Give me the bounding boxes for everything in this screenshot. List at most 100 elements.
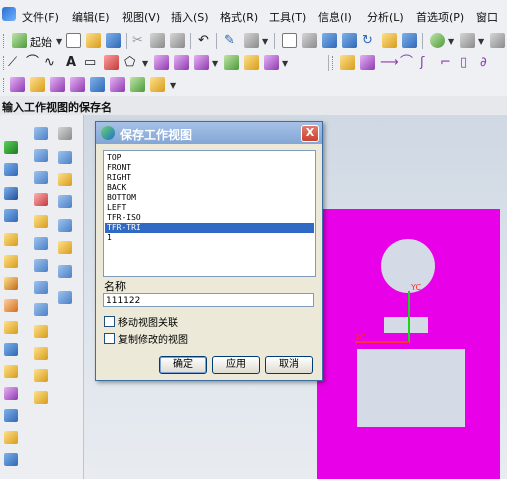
chevron-down-icon[interactable]: ▼ xyxy=(142,59,148,68)
text-icon[interactable]: A xyxy=(66,55,76,70)
extrude-icon[interactable] xyxy=(10,77,25,92)
fit-view-icon[interactable] xyxy=(282,33,297,48)
wrap-icon[interactable] xyxy=(34,369,48,382)
apply-button[interactable]: 应用 xyxy=(212,356,260,374)
menu-file[interactable]: 文件(F) xyxy=(22,9,59,25)
chevron-down-icon[interactable]: ▼ xyxy=(478,37,484,46)
cut-icon[interactable]: ✂ xyxy=(132,33,143,48)
list-item[interactable]: TOP xyxy=(107,153,313,163)
ok-button[interactable]: 确定 xyxy=(159,356,207,374)
extract-icon[interactable] xyxy=(58,195,72,208)
close-button[interactable]: X xyxy=(301,125,319,142)
profile-icon[interactable] xyxy=(360,55,375,70)
datum-csys-icon[interactable] xyxy=(58,173,72,186)
offset-curve-icon[interactable] xyxy=(154,55,169,70)
copy-modified-view-checkbox[interactable] xyxy=(104,333,115,344)
copy-icon[interactable] xyxy=(150,33,165,48)
toolbar-grip[interactable] xyxy=(3,56,7,70)
layer-icon[interactable] xyxy=(430,33,445,48)
instance-icon[interactable] xyxy=(34,391,48,404)
chevron-down-icon[interactable]: ▼ xyxy=(282,59,288,68)
paste-icon[interactable] xyxy=(170,33,185,48)
menu-tools[interactable]: 工具(T) xyxy=(269,9,306,25)
list-item[interactable]: LEFT xyxy=(107,203,313,213)
corner-sketch-icon[interactable]: ⌐ xyxy=(440,55,451,70)
edit-curve-icon[interactable] xyxy=(264,55,279,70)
associate-view-checkbox[interactable] xyxy=(104,316,115,327)
edge-blend-icon[interactable] xyxy=(34,127,48,140)
unite-icon[interactable] xyxy=(58,219,72,232)
chevron-down-icon[interactable]: ▼ xyxy=(212,59,218,68)
polygon-icon[interactable]: ⬠ xyxy=(124,55,135,70)
trim-curve-icon[interactable] xyxy=(224,55,239,70)
pocket-icon[interactable] xyxy=(110,77,125,92)
edit-pen-icon[interactable]: ✎ xyxy=(224,33,235,48)
rotate-icon[interactable]: ↻ xyxy=(362,33,373,48)
rectangle-sketch-icon[interactable]: ▯ xyxy=(460,55,467,70)
rectangular-cutout[interactable] xyxy=(357,349,465,427)
sketch-icon[interactable] xyxy=(340,55,355,70)
trim-body-icon[interactable] xyxy=(34,193,48,206)
select-icon[interactable] xyxy=(244,33,259,48)
app-icon[interactable] xyxy=(2,7,16,21)
menu-window[interactable]: 窗口 xyxy=(476,9,498,25)
undo-icon[interactable]: ↶ xyxy=(198,33,209,48)
zoom-icon[interactable] xyxy=(302,33,317,48)
more-tools-icon[interactable] xyxy=(490,33,505,48)
spline-icon[interactable]: ∿ xyxy=(44,55,55,70)
sphere-icon[interactable] xyxy=(4,299,18,312)
chevron-down-icon[interactable]: ▼ xyxy=(262,37,268,46)
arc-sketch-icon[interactable]: ⌒ xyxy=(400,55,413,70)
pattern-feature-icon[interactable] xyxy=(4,453,18,466)
menu-info[interactable]: 信息(I) xyxy=(318,9,352,25)
revolve-icon[interactable] xyxy=(30,77,45,92)
name-input[interactable]: 111122 xyxy=(103,293,314,307)
pad-feature-icon[interactable] xyxy=(4,365,18,378)
thread-feature-icon[interactable] xyxy=(4,431,18,444)
project-curve-icon[interactable] xyxy=(174,55,189,70)
intersect-icon[interactable] xyxy=(58,265,72,278)
hole-icon[interactable] xyxy=(70,77,85,92)
list-item[interactable]: 1 xyxy=(107,233,313,243)
cylinder-icon[interactable] xyxy=(4,255,18,268)
new-file-icon[interactable] xyxy=(66,33,81,48)
simplify-icon[interactable] xyxy=(34,347,48,360)
zoom-window-icon[interactable] xyxy=(322,33,337,48)
list-item[interactable]: BOTTOM xyxy=(107,193,313,203)
groove-feature-icon[interactable] xyxy=(4,409,18,422)
chevron-down-icon[interactable]: ▼ xyxy=(170,81,176,90)
split-body-icon[interactable] xyxy=(34,215,48,228)
draft-icon[interactable] xyxy=(34,237,48,250)
color-icon[interactable] xyxy=(460,33,475,48)
datum-plane-icon[interactable] xyxy=(58,127,72,140)
save-icon[interactable] xyxy=(106,33,121,48)
history-icon[interactable] xyxy=(4,187,18,200)
boss-feature-icon[interactable] xyxy=(4,321,18,334)
web-browser-icon[interactable] xyxy=(4,209,18,222)
sweep-icon[interactable] xyxy=(50,77,65,92)
mirror-icon[interactable] xyxy=(58,291,72,304)
shaded-view-icon[interactable] xyxy=(382,33,397,48)
toolbar-grip[interactable] xyxy=(332,56,336,70)
patch-icon[interactable] xyxy=(34,325,48,338)
block-icon[interactable] xyxy=(4,233,18,246)
menu-insert[interactable]: 插入(S) xyxy=(171,9,209,25)
line-icon[interactable]: ⟋ xyxy=(8,55,17,70)
menu-analysis[interactable]: 分析(L) xyxy=(367,9,404,25)
cone-icon[interactable] xyxy=(4,277,18,290)
menu-edit[interactable]: 编辑(E) xyxy=(72,9,110,25)
fillet-sketch-icon[interactable]: ʃ xyxy=(420,55,424,70)
start-menu-button[interactable]: 起始 xyxy=(30,34,52,50)
slot-icon[interactable] xyxy=(150,77,165,92)
start-icon[interactable] xyxy=(12,33,27,48)
open-folder-icon[interactable] xyxy=(86,33,101,48)
hole-feature-icon[interactable] xyxy=(4,343,18,356)
dialog-titlebar[interactable]: 保存工作视图 X xyxy=(96,122,322,144)
assembly-navigator-icon[interactable] xyxy=(4,141,18,154)
chamfer-icon[interactable] xyxy=(34,149,48,162)
list-item[interactable]: RIGHT xyxy=(107,173,313,183)
menu-format[interactable]: 格式(R) xyxy=(220,9,258,25)
list-item[interactable]: FRONT xyxy=(107,163,313,173)
toolbar-grip[interactable] xyxy=(3,34,7,48)
part-body[interactable]: YC XC xyxy=(317,209,500,479)
